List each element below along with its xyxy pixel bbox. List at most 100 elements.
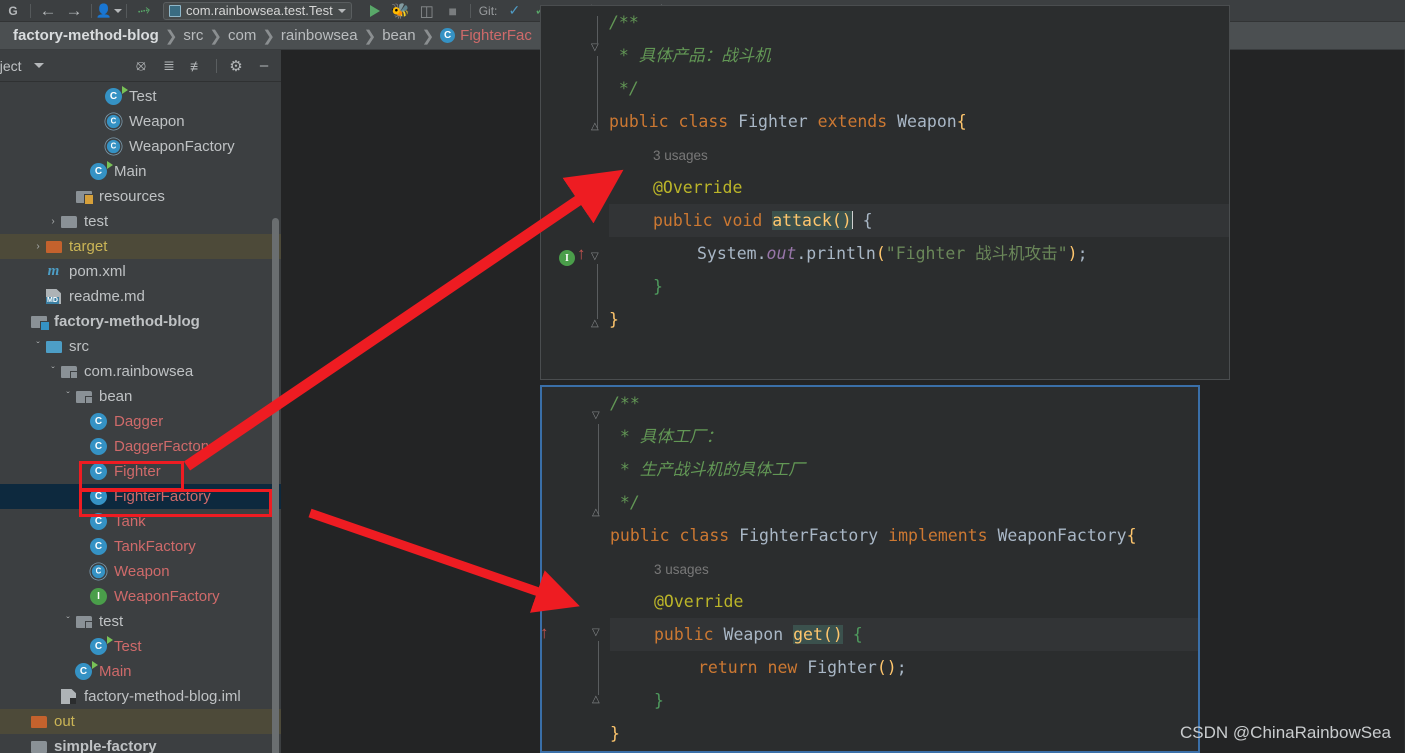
locate-icon[interactable]: ⦻ [132,57,150,75]
tree-item-weapon[interactable]: C Weapon [0,109,281,134]
fold-expand-icon[interactable]: △ [592,694,606,708]
runnable-class-icon: C [75,661,98,680]
minimize-icon[interactable]: – [255,57,273,75]
expand-all-icon[interactable]: ≣ [160,57,178,75]
fold-expand-icon[interactable]: △ [591,318,605,332]
tree-item-dagger[interactable]: C Dagger [0,409,281,434]
user-icon[interactable]: 👤 [96,1,123,21]
breadcrumb-item-bean[interactable]: bean [377,27,420,44]
tree-item-target[interactable]: › target [0,234,281,259]
chevron-down-icon[interactable] [33,63,44,68]
tree-item-factory-method-blog-iml[interactable]: factory-method-blog.iml [0,684,281,709]
run-configuration-selector[interactable]: com.rainbowsea.test.Test [163,1,352,20]
fold-expand-icon[interactable]: △ [591,121,605,135]
coverage-icon[interactable]: ◫ [414,1,440,21]
run-config-label: com.rainbowsea.test.Test [186,3,333,18]
tree-item-test[interactable]: C Test [0,634,281,659]
breadcrumb-item-project[interactable]: factory-method-blog [8,27,164,44]
tree-item-bean[interactable]: ˇ bean [0,384,281,409]
fold-collapse-icon[interactable]: ▽ [592,410,606,424]
code-line: * 具体产品：战斗机 [609,39,1229,72]
tree-twisty-icon[interactable]: › [31,241,45,252]
interface-icon: C [106,139,121,154]
iml-file-icon [60,688,77,705]
tree-item-main[interactable]: C Main [0,159,281,184]
editor-gutter-bottom[interactable]: ▽ △ ↑ ▽ △ [542,387,610,751]
editor-panel-fighterfactory[interactable]: ▽ △ ↑ ▽ △ /** * 具体工厂： * 生产战斗机的具体工厂 */ pub… [540,385,1200,753]
excluded-folder-icon [45,238,62,255]
tree-item-weapon[interactable]: C Weapon [0,559,281,584]
editor-gutter-top[interactable]: ▽ △ I ↑ ▽ △ [541,6,609,379]
code-line: /** [609,6,1229,39]
tree-item-label: TankFactory [114,538,196,555]
code-token: @Override [653,178,743,197]
gear-icon[interactable]: ⚙ [227,57,245,75]
fold-expand-icon[interactable]: △ [592,507,606,521]
class-icon: C [90,413,107,430]
fold-collapse-icon[interactable]: ▽ [591,251,605,265]
implements-marker-icon[interactable]: I [559,250,575,266]
fold-collapse-icon[interactable]: ▽ [591,42,605,56]
tree-item-src[interactable]: ˇ src [0,334,281,359]
module-icon [30,313,50,331]
code-token: WeaponFactory [997,526,1127,545]
tree-item-readme-md[interactable]: MD readme.md [0,284,281,309]
breadcrumb-item-src[interactable]: src [178,27,208,44]
code-line: /** [610,387,1198,420]
code-token: class [678,112,739,131]
back-arrow-icon[interactable]: ← [35,1,61,21]
tree-twisty-icon[interactable]: ˇ [61,391,75,402]
tree-twisty-icon[interactable]: ˇ [46,366,60,377]
collapse-all-icon[interactable]: ≢ [188,57,206,75]
code-line: */ [609,72,1229,105]
project-tool-window: oject ⦻ ≣ ≢ ⚙ – CTestCWeaponCWeaponFacto… [0,50,281,753]
tree-item-out[interactable]: out [0,709,281,734]
tree-item-test[interactable]: ˇ test [0,609,281,634]
code-token: public [653,211,723,230]
tree-item-tankfactory[interactable]: C TankFactory [0,534,281,559]
tree-item-simple-factory[interactable]: simple-factory [0,734,281,753]
code-content-fighter[interactable]: /** * 具体产品：战斗机 */ public class Fighter ex… [609,6,1229,379]
folder-icon [60,213,77,230]
debug-icon[interactable]: 🐝 [388,1,414,21]
pencil-icon[interactable]: ⤑ [129,0,158,23]
tree-item-com-rainbowsea[interactable]: ˇ com.rainbowsea [0,359,281,384]
tree-item-test[interactable]: › test [0,209,281,234]
run-icon[interactable] [362,1,388,21]
tree-item-daggerfactory[interactable]: C DaggerFactory [0,434,281,459]
update-icon[interactable]: ✓ [501,1,527,21]
tree-item-factory-method-blog[interactable]: factory-method-blog [0,309,281,334]
forward-arrow-icon[interactable]: → [61,1,87,21]
fold-collapse-icon[interactable]: ▽ [592,627,606,641]
class-icon: C [90,538,107,555]
code-content-fighterfactory[interactable]: /** * 具体工厂： * 生产战斗机的具体工厂 */ public class … [610,387,1198,751]
tree-twisty-icon[interactable]: ˇ [61,616,75,627]
tree-item-test[interactable]: C Test [0,84,281,109]
stop-icon[interactable]: ■ [440,1,466,21]
package-icon [75,613,93,630]
breadcrumb-separator: ❯ [363,27,377,45]
breadcrumb-item-com[interactable]: com [223,27,261,44]
breadcrumb-item-current[interactable]: C FighterFac [435,27,537,44]
tree-item-weaponfactory[interactable]: I WeaponFactory [0,584,281,609]
project-tree[interactable]: C Test C Weapon C WeaponFactory C Main resources… [0,82,281,753]
resources-folder-icon [75,188,94,205]
code-token: 3 usages [654,562,709,577]
fold-region-line [597,16,598,44]
tree-item-weaponfactory[interactable]: C WeaponFactory [0,134,281,159]
code-token: System [697,244,757,263]
breadcrumb-item-rainbowsea[interactable]: rainbowsea [276,27,363,44]
tree-twisty-icon[interactable]: › [46,216,60,227]
tree-item-pom-xml[interactable]: m pom.xml [0,259,281,284]
tree-item-main[interactable]: C Main [0,659,281,684]
sidebar-scrollbar[interactable] [272,218,279,753]
interface-icon: I [90,588,107,605]
code-token: */ [609,79,639,98]
fighter-highlight-box [79,461,184,491]
tree-twisty-icon[interactable]: ˇ [31,341,45,352]
override-arrow-icon[interactable]: ↑ [577,244,586,264]
editor-panel-fighter[interactable]: ▽ △ I ↑ ▽ △ /** * 具体产品：战斗机 */ public clas… [540,5,1230,380]
override-arrow-icon[interactable]: ↑ [542,623,549,643]
tree-item-resources[interactable]: resources [0,184,281,209]
code-line: } [610,717,1198,750]
